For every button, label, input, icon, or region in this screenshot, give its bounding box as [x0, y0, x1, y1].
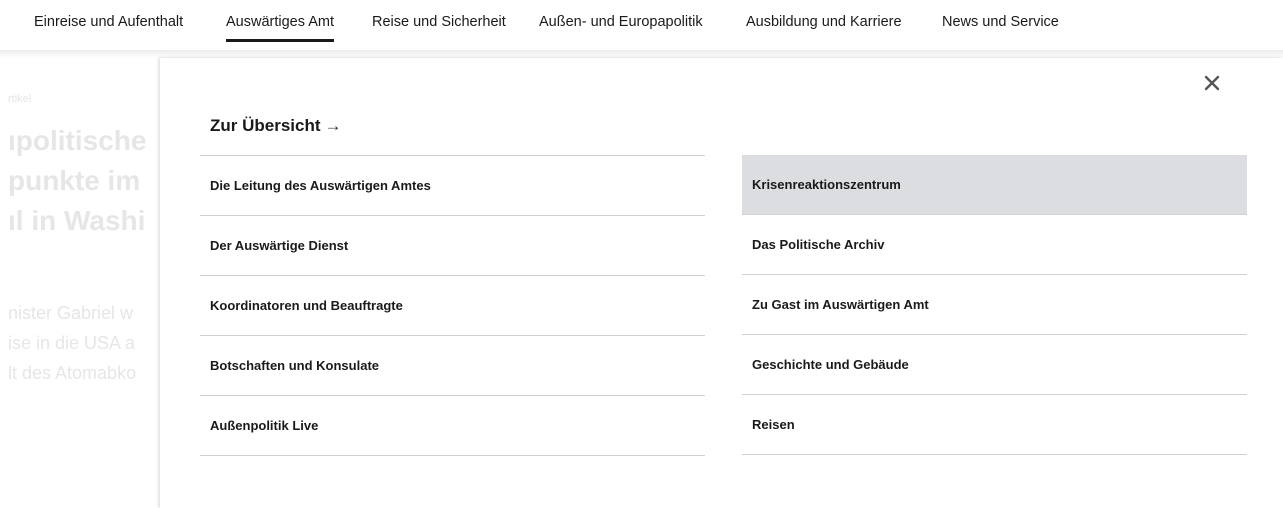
nav-item-einreise[interactable]: Einreise und Aufenthalt: [34, 14, 183, 30]
nav-item-ausbildung[interactable]: Ausbildung und Karriere: [746, 14, 902, 30]
article-teaser-line-2: ise in die USA a: [8, 333, 136, 353]
menu-item-koordinatoren[interactable]: Koordinatoren und Beauftragte: [200, 276, 705, 336]
main-navigation: Einreise und Aufenthalt Auswärtiges Amt …: [0, 0, 1283, 50]
overview-link[interactable]: Zur Übersicht →: [210, 116, 342, 136]
nav-item-aussenpolitik[interactable]: Außen- und Europapolitik: [539, 14, 703, 30]
header-shadow: [0, 50, 1283, 58]
menu-item-aussenpolitik-live[interactable]: Außenpolitik Live: [200, 396, 705, 456]
menu-item-politisches-archiv[interactable]: Das Politische Archiv: [742, 215, 1247, 275]
article-headline-line-2: punkte im: [8, 165, 141, 196]
menu-column-right: Krisenreaktionszentrum Das Politische Ar…: [742, 155, 1247, 455]
nav-item-reise-sicherheit[interactable]: Reise und Sicherheit: [372, 14, 506, 30]
menu-item-zu-gast[interactable]: Zu Gast im Auswärtigen Amt: [742, 275, 1247, 335]
menu-item-reisen[interactable]: Reisen: [742, 395, 1247, 455]
overview-label: Zur Übersicht: [210, 116, 321, 135]
article-headline-line-1: ıpolitische: [8, 125, 147, 156]
menu-item-krisenreaktionszentrum[interactable]: Krisenreaktionszentrum: [742, 155, 1247, 215]
article-teaser-line-1: nister Gabriel w: [8, 303, 134, 323]
arrow-right-icon: →: [324, 116, 342, 135]
nav-item-auswaertiges-amt[interactable]: Auswärtiges Amt: [226, 14, 334, 42]
menu-item-botschaften[interactable]: Botschaften und Konsulate: [200, 336, 705, 396]
article-teaser-line-3: lt des Atomabko: [8, 363, 137, 383]
article-kicker: rtikel: [8, 93, 32, 105]
menu-item-auswaertiger-dienst[interactable]: Der Auswärtige Dienst: [200, 216, 705, 276]
mega-menu-panel: Zur Übersicht → Die Leitung des Auswärtig…: [160, 58, 1283, 508]
close-icon: [1204, 75, 1220, 91]
nav-item-news-service[interactable]: News und Service: [942, 14, 1059, 30]
close-button[interactable]: [1201, 72, 1223, 94]
menu-item-leitung[interactable]: Die Leitung des Auswärtigen Amtes: [200, 156, 705, 216]
menu-column-left: Die Leitung des Auswärtigen Amtes Der Au…: [200, 155, 705, 456]
menu-item-geschichte[interactable]: Geschichte und Gebäude: [742, 335, 1247, 395]
article-headline-line-3: ıl in Washi: [8, 205, 146, 236]
